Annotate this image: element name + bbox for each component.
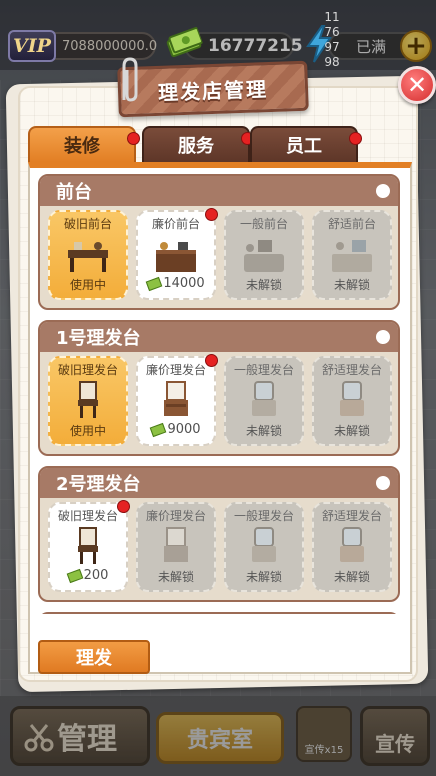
tab-service[interactable]: 服务 bbox=[142, 126, 254, 162]
item-status: 未解锁 bbox=[333, 570, 370, 584]
tab-label: 员工 bbox=[286, 136, 322, 157]
price-value: 14000 bbox=[163, 276, 205, 291]
vip-badge[interactable]: VIP bbox=[8, 30, 56, 62]
desk-icon bbox=[244, 240, 284, 272]
item-card[interactable]: 廉价理发台 未解锁 bbox=[136, 502, 216, 592]
decoration-content: 前台 破旧前台 使用中 廉价前台 14000 一般前台 未解锁 舒适前台 未解锁… bbox=[28, 162, 412, 674]
desk-icon bbox=[68, 242, 108, 272]
item-price: 9000 bbox=[150, 422, 201, 437]
energy-num: 97 bbox=[324, 40, 340, 54]
section-station-2: 2号理发台 破旧理发台 200 廉价理发台 未解锁 一般理发台 未解锁 舒适理发… bbox=[38, 466, 400, 602]
dialog-title: 理发店管理 bbox=[157, 76, 269, 105]
barber-station-icon bbox=[340, 381, 364, 416]
cash-icon bbox=[150, 422, 167, 437]
barber-station-icon bbox=[164, 527, 188, 562]
item-name: 破旧前台 bbox=[63, 217, 112, 231]
item-card[interactable]: 破旧理发台 使用中 bbox=[48, 356, 128, 446]
barber-station-icon bbox=[78, 381, 98, 418]
section-doormat: 门垫 bbox=[38, 612, 400, 614]
item-card[interactable]: 舒适前台 未解锁 bbox=[312, 210, 392, 300]
barber-station-icon bbox=[252, 527, 276, 562]
section-title: 1号理发台 bbox=[40, 322, 398, 352]
desk-icon bbox=[332, 240, 372, 272]
desk-icon bbox=[156, 242, 196, 272]
item-status: 使用中 bbox=[69, 424, 106, 438]
item-name: 一般前台 bbox=[239, 217, 288, 231]
item-status: 未解锁 bbox=[245, 424, 282, 438]
item-name: 破旧理发台 bbox=[57, 363, 118, 377]
item-status: 未解锁 bbox=[157, 570, 194, 584]
tab-staff[interactable]: 员工 bbox=[250, 126, 362, 162]
item-card[interactable]: 廉价理发台 9000 bbox=[136, 354, 218, 446]
dialog-title-banner: 理发店管理 bbox=[117, 60, 309, 118]
item-card[interactable]: 舒适理发台 未解锁 bbox=[312, 356, 392, 446]
item-status: 未解锁 bbox=[333, 278, 370, 292]
item-status: 未解锁 bbox=[245, 570, 282, 584]
price-value: 9000 bbox=[167, 422, 201, 437]
item-name: 廉价理发台 bbox=[145, 363, 206, 377]
section-indicator bbox=[376, 476, 390, 490]
item-card[interactable]: 廉价前台 14000 bbox=[136, 208, 218, 300]
item-card[interactable]: 破旧前台 使用中 bbox=[48, 210, 128, 300]
barber-station-icon bbox=[164, 381, 188, 416]
item-status: 使用中 bbox=[69, 278, 106, 292]
tab-label: 服务 bbox=[178, 136, 214, 157]
item-name: 舒适理发台 bbox=[321, 509, 382, 523]
cash-icon bbox=[146, 276, 163, 291]
item-status: 未解锁 bbox=[333, 424, 370, 438]
item-name: 一般理发台 bbox=[233, 509, 294, 523]
tab-label: 装修 bbox=[64, 136, 100, 157]
price-value: 200 bbox=[83, 568, 109, 583]
section-title: 2号理发台 bbox=[40, 468, 398, 498]
paperclip-icon bbox=[122, 57, 138, 102]
notification-dot bbox=[205, 354, 218, 367]
section-indicator bbox=[376, 184, 390, 198]
section-indicator bbox=[376, 330, 390, 344]
item-card[interactable]: 一般前台 未解锁 bbox=[224, 210, 304, 300]
notification-dot bbox=[127, 132, 140, 145]
item-card[interactable]: 破旧理发台 200 bbox=[48, 500, 130, 592]
item-name: 舒适理发台 bbox=[321, 363, 382, 377]
barber-station-icon bbox=[252, 381, 276, 416]
item-name: 舒适前台 bbox=[327, 217, 376, 231]
item-list[interactable]: 前台 破旧前台 使用中 廉价前台 14000 一般前台 未解锁 舒适前台 未解锁… bbox=[36, 174, 404, 614]
section-station-1: 1号理发台 破旧理发台 使用中 廉价理发台 9000 一般理发台 未解锁 舒适理… bbox=[38, 320, 400, 456]
item-name: 一般理发台 bbox=[233, 363, 294, 377]
energy-num: 11 bbox=[324, 10, 340, 24]
section-front-desk: 前台 破旧前台 使用中 廉价前台 14000 一般前台 未解锁 舒适前台 未解锁 bbox=[38, 174, 400, 310]
close-button[interactable]: ✕ bbox=[398, 66, 436, 104]
item-status: 未解锁 bbox=[245, 278, 282, 292]
cash-icon bbox=[66, 568, 83, 583]
energy-num: 76 bbox=[324, 25, 340, 39]
barber-station-icon bbox=[340, 527, 364, 562]
item-card[interactable]: 舒适理发台 未解锁 bbox=[312, 502, 392, 592]
item-price: 14000 bbox=[146, 276, 205, 291]
notification-dot bbox=[349, 132, 362, 145]
barber-station-icon bbox=[78, 527, 98, 564]
item-name: 廉价理发台 bbox=[145, 509, 206, 523]
item-name: 破旧理发台 bbox=[57, 509, 118, 523]
notification-dot bbox=[117, 500, 130, 513]
section-title: 前台 bbox=[40, 176, 398, 206]
haircut-button[interactable]: 理发 bbox=[38, 640, 150, 674]
energy-num: 98 bbox=[324, 55, 340, 69]
item-card[interactable]: 一般理发台 未解锁 bbox=[224, 502, 304, 592]
item-price: 200 bbox=[66, 568, 109, 583]
item-name: 廉价前台 bbox=[151, 217, 200, 231]
item-card[interactable]: 一般理发台 未解锁 bbox=[224, 356, 304, 446]
energy-numbers: 11 76 97 98 bbox=[320, 10, 344, 70]
tab-decoration[interactable]: 装修 bbox=[28, 126, 140, 162]
notification-dot bbox=[205, 208, 218, 221]
